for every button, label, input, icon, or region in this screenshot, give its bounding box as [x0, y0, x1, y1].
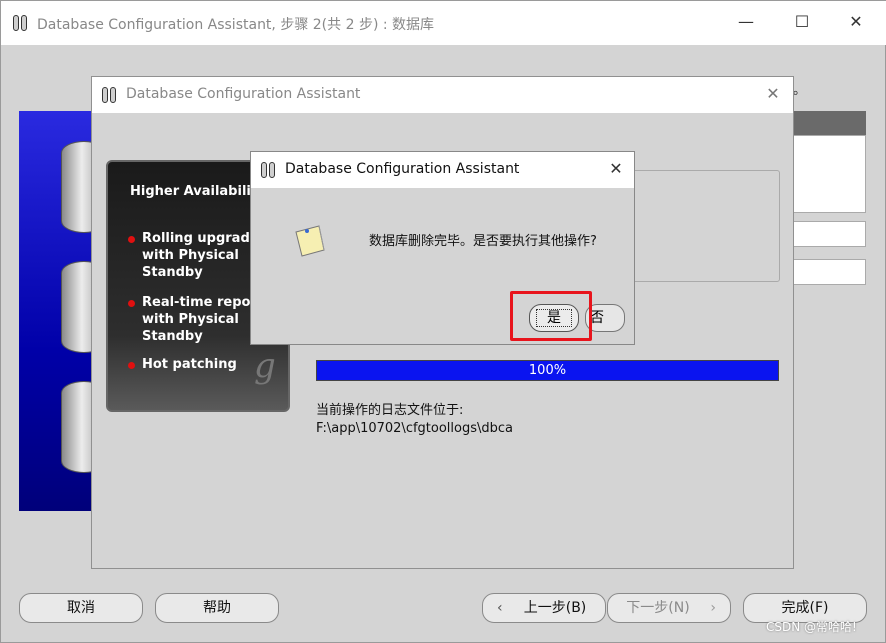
- highlight-box: [510, 291, 592, 341]
- back-button[interactable]: ‹ 上一步(B): [482, 593, 606, 623]
- promo-heading: Higher Availabili: [130, 184, 251, 199]
- help-button[interactable]: 帮助: [155, 593, 279, 623]
- next-button[interactable]: 下一步(N) ›: [607, 593, 731, 623]
- close-icon[interactable]: ✕: [764, 85, 782, 103]
- back-label: 上一步(B): [523, 600, 587, 616]
- promo-item: Rolling upgrade with Physical Standby: [142, 231, 259, 280]
- cancel-button[interactable]: 取消: [19, 593, 143, 623]
- watermark: CSDN @常哈哈!: [766, 620, 857, 634]
- minimize-button[interactable]: —: [737, 13, 755, 31]
- confirm-message: 数据库删除完毕。是否要执行其他操作?: [369, 234, 597, 249]
- confirm-dialog-title: Database Configuration Assistant: [285, 161, 520, 177]
- background-field: [793, 259, 866, 285]
- database-icon: [13, 14, 29, 32]
- database-cylinder-icon: [61, 141, 93, 233]
- database-icon: [102, 86, 118, 104]
- close-button[interactable]: ✕: [847, 13, 865, 31]
- log-label: 当前操作的日志文件位于:: [316, 403, 464, 418]
- maximize-button[interactable]: ☐: [793, 13, 811, 31]
- progress-dialog-title-bar: Database Configuration Assistant ✕: [92, 77, 793, 113]
- bullet-icon: [128, 236, 135, 243]
- database-icon: [261, 161, 277, 179]
- progress-dialog-title: Database Configuration Assistant: [126, 86, 361, 102]
- log-path: F:\app\10702\cfgtoollogs\dbca: [316, 421, 513, 436]
- progress-bar: 100%: [316, 360, 779, 381]
- database-cylinder-icon: [61, 381, 93, 473]
- side-image: [19, 111, 93, 511]
- background-field: [793, 221, 866, 247]
- window-title: Database Configuration Assistant, 步骤 2(共…: [37, 17, 435, 33]
- background-list-header: [793, 111, 866, 135]
- background-list: [793, 135, 866, 213]
- next-label: 下一步(N): [626, 600, 690, 616]
- note-icon: [295, 225, 325, 257]
- database-cylinder-icon: [61, 261, 93, 353]
- oracle-g-logo: g: [254, 346, 276, 386]
- chevron-right-icon: ›: [710, 600, 716, 616]
- promo-item: Real-time repor with Physical Standby: [142, 295, 257, 344]
- title-bar: Database Configuration Assistant, 步骤 2(共…: [1, 1, 886, 45]
- background-text: 。: [793, 83, 807, 98]
- bullet-icon: [128, 362, 135, 369]
- chevron-left-icon: ‹: [497, 600, 503, 616]
- close-icon[interactable]: ✕: [607, 160, 625, 178]
- bullet-icon: [128, 300, 135, 307]
- confirm-dialog-title-bar: Database Configuration Assistant ✕: [251, 152, 634, 188]
- promo-item: Hot patching: [142, 357, 237, 372]
